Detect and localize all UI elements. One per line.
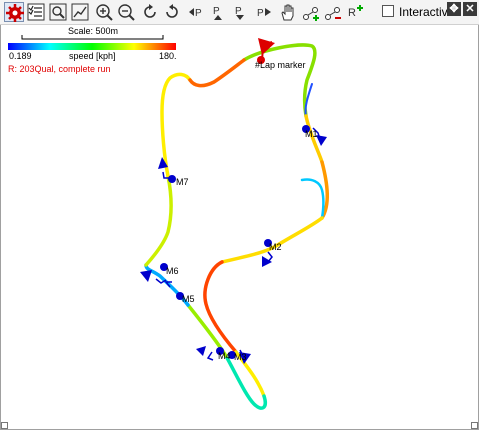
rotate-ccw-icon[interactable]: [162, 2, 182, 22]
close-icon[interactable]: ✕: [463, 2, 477, 16]
zoom-region-icon[interactable]: [48, 2, 68, 22]
marker-label: M1: [305, 129, 318, 139]
marker-label: M2: [269, 242, 282, 252]
legend-min: 0.189: [9, 51, 32, 61]
svg-text:P: P: [257, 8, 264, 19]
marker-label: M5: [182, 294, 195, 304]
toolbar: P P P P R Interactive ✥ ✕: [0, 0, 479, 25]
marker-label: M7: [176, 177, 189, 187]
marker-label: M6: [166, 266, 179, 276]
marker-m7[interactable]: M7: [158, 157, 189, 187]
pan-hand-icon[interactable]: [278, 2, 298, 22]
next-lap-icon[interactable]: P: [254, 2, 274, 22]
legend-max: 180.: [159, 51, 177, 61]
lap-marker[interactable]: #Lap marker: [255, 38, 306, 70]
marker-m4[interactable]: M4: [196, 346, 231, 361]
lap-marker-label: #Lap marker: [255, 60, 306, 70]
marker-label: M3: [234, 352, 247, 362]
legend-label: speed [kph]: [69, 51, 116, 61]
svg-text:P: P: [213, 6, 220, 17]
scale-bar: Scale: 500m: [21, 26, 164, 40]
marker-settings-icon[interactable]: R: [346, 2, 366, 22]
prev-lap-icon[interactable]: P: [186, 2, 206, 22]
window-corner-buttons: ✥ ✕: [447, 2, 477, 18]
run-label: R: 203Qual, complete run: [8, 64, 111, 74]
move-icon[interactable]: ✥: [447, 2, 461, 16]
chart-edit-icon[interactable]: [70, 2, 90, 22]
marker-m3[interactable]: M3: [228, 349, 251, 364]
resize-grip-bottom-right[interactable]: [471, 422, 478, 429]
scale-label: Scale: 500m: [68, 26, 118, 36]
track-map[interactable]: Scale: 500m 0.189 speed [kph] 180. R: 20…: [0, 25, 479, 430]
marker-m2[interactable]: M2: [262, 239, 282, 267]
svg-text:P: P: [195, 8, 202, 19]
rotate-cw-icon[interactable]: [140, 2, 160, 22]
interactive-checkbox[interactable]: [382, 5, 394, 17]
remove-marker-icon[interactable]: [324, 2, 344, 22]
resize-grip-bottom-left[interactable]: [1, 422, 8, 429]
marker-label: M4: [218, 351, 231, 361]
speed-legend: 0.189 speed [kph] 180.: [8, 43, 177, 61]
flag-down-icon[interactable]: P: [230, 2, 250, 22]
list-checklist-icon[interactable]: [26, 2, 46, 22]
zoom-out-icon[interactable]: [116, 2, 136, 22]
speed-colorbar: [8, 43, 176, 50]
zoom-in-icon[interactable]: [94, 2, 114, 22]
flag-up-icon[interactable]: P: [208, 2, 228, 22]
gear-settings-icon[interactable]: [4, 2, 24, 22]
add-marker-icon[interactable]: [302, 2, 322, 22]
svg-text:R: R: [348, 7, 356, 19]
